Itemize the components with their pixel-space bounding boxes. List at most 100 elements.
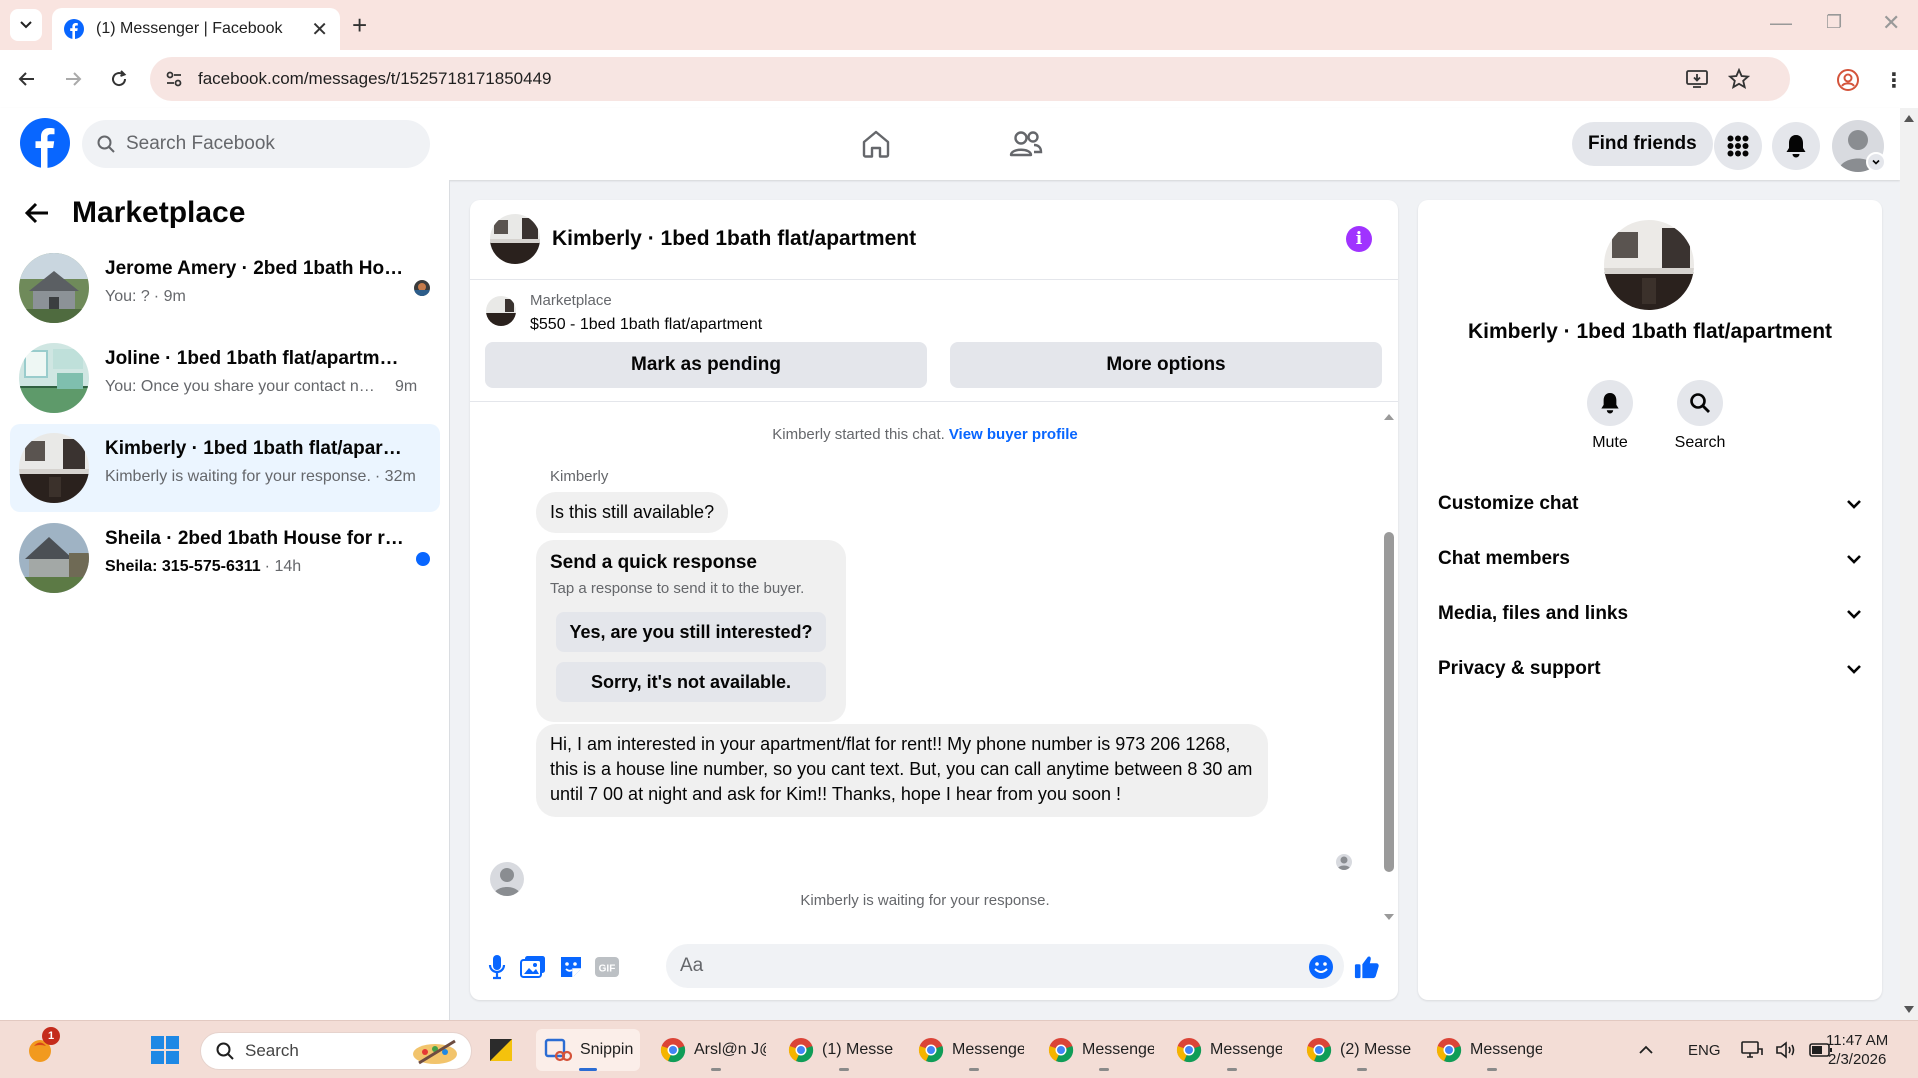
taskbar-app-chrome[interactable]: Messenge [1436, 1029, 1548, 1071]
forward-icon[interactable] [60, 66, 86, 92]
media-files-links-section[interactable]: Media, files and links [1438, 592, 1862, 636]
quick-response-option[interactable]: Yes, are you still interested? [556, 612, 826, 652]
bookmark-star-icon[interactable] [1728, 68, 1750, 90]
taskbar-search[interactable] [200, 1032, 472, 1070]
chat-header: Kimberly · 1bed 1bath flat/apartment i [470, 200, 1398, 280]
listing-photo [19, 343, 89, 413]
taskbar-app-chrome[interactable]: (2) Messe [1306, 1029, 1418, 1071]
microphone-icon[interactable] [484, 954, 510, 980]
conversation-item[interactable]: Jerome Amery · 2bed 1bath House for rent… [10, 244, 440, 332]
listing-photo [19, 433, 89, 503]
find-friends-button[interactable]: Find friends [1572, 122, 1713, 166]
quick-response-title: Send a quick response [550, 552, 757, 573]
notification-count-badge: 1 [42, 1027, 60, 1045]
site-settings-icon[interactable] [164, 69, 184, 89]
taskbar-app-chrome[interactable]: Messenge [1048, 1029, 1160, 1071]
close-window-icon[interactable]: ✕ [1882, 10, 1900, 36]
chrome-icon [1436, 1037, 1462, 1063]
listing-title[interactable]: $550 - 1bed 1bath flat/apartment [530, 316, 762, 334]
chevron-down-icon [1846, 554, 1862, 564]
listing-thumbnail[interactable] [486, 296, 516, 326]
grid-menu-icon [1727, 135, 1749, 157]
facebook-search[interactable] [82, 120, 430, 168]
chevron-up-icon[interactable] [1638, 1045, 1654, 1055]
system-clock[interactable]: 11:47 AM 2/3/2026 [1826, 1031, 1888, 1069]
taskbar-app-snipping[interactable]: Snippin [536, 1029, 640, 1071]
mark-as-pending-button[interactable]: Mark as pending [485, 342, 927, 388]
chat-title[interactable]: Kimberly · 1bed 1bath flat/apartment [552, 227, 916, 251]
facebook-search-input[interactable] [126, 133, 406, 155]
sticky-notes-app[interactable] [488, 1029, 520, 1071]
view-buyer-profile-link[interactable]: View buyer profile [949, 426, 1078, 443]
search-icon [96, 134, 116, 154]
browser-menu-icon[interactable]: ⋮ [1884, 68, 1904, 93]
taskbar-app-chrome[interactable]: Messenge [1176, 1029, 1288, 1071]
photo-attach-icon[interactable] [520, 954, 546, 980]
message-input[interactable] [666, 944, 1344, 988]
home-icon[interactable] [858, 126, 894, 162]
seen-avatar [412, 278, 432, 298]
back-arrow-icon[interactable] [24, 202, 50, 224]
network-icon[interactable] [1740, 1041, 1763, 1059]
bell-icon [1587, 380, 1633, 426]
taskbar-app-chrome[interactable]: Arsl@n J@ [660, 1029, 772, 1071]
page-scrollbar[interactable] [1900, 108, 1918, 1020]
conversation-item[interactable]: Joline · 1bed 1bath flat/apartment You: … [10, 334, 440, 422]
back-icon[interactable] [14, 66, 40, 92]
conversation-snippet: You: Once you share your contact number 9… [105, 378, 418, 395]
minimize-icon[interactable]: — [1770, 10, 1792, 36]
conversation-name: Jerome Amery · 2bed 1bath House for rent [105, 258, 405, 279]
gif-icon[interactable]: GIF [594, 954, 620, 980]
conversation-item-active[interactable]: Kimberly · 1bed 1bath flat/apartment for… [10, 424, 440, 512]
language-indicator[interactable]: ENG [1688, 1042, 1721, 1059]
address-bar[interactable]: facebook.com/messages/t/1525718171850449 [150, 57, 1790, 101]
reload-icon[interactable] [106, 66, 132, 92]
sticker-icon[interactable] [558, 954, 584, 980]
taskbar-search-input[interactable] [245, 1041, 395, 1061]
info-icon[interactable]: i [1346, 226, 1372, 252]
chat-members-section[interactable]: Chat members [1438, 537, 1862, 581]
customize-chat-section[interactable]: Customize chat [1438, 482, 1862, 526]
profile-photo[interactable] [1604, 220, 1694, 310]
svg-text:GIF: GIF [599, 964, 616, 975]
more-options-button[interactable]: More options [950, 342, 1382, 388]
tab-search-button[interactable] [10, 9, 42, 41]
browser-tab-messenger[interactable]: (1) Messenger | Facebook ✕ [52, 8, 340, 50]
search-action[interactable]: Search [1660, 380, 1740, 452]
privacy-support-section[interactable]: Privacy & support [1438, 647, 1862, 691]
emoji-icon[interactable] [1308, 954, 1334, 980]
mute-action[interactable]: Mute [1570, 380, 1650, 452]
message-bubble: Hi, I am interested in your apartment/fl… [536, 724, 1268, 817]
chat-avatar[interactable] [490, 214, 540, 264]
active-indicator [579, 1068, 597, 1071]
bell-icon [1785, 134, 1807, 158]
menu-grid-button[interactable] [1714, 122, 1762, 170]
chat-scrollbar-thumb[interactable] [1384, 532, 1394, 872]
conversation-name: Sheila · 2bed 1bath House for rent [105, 528, 405, 549]
account-menu-chevron-icon[interactable] [1866, 152, 1886, 172]
facebook-logo-icon[interactable] [20, 118, 70, 168]
quick-response-option[interactable]: Sorry, it's not available. [556, 662, 826, 702]
conversation-item[interactable]: Sheila · 2bed 1bath House for rent Sheil… [10, 514, 440, 602]
close-tab-icon[interactable]: ✕ [311, 17, 328, 42]
friends-icon[interactable] [1008, 126, 1044, 162]
profile-icon[interactable] [1836, 68, 1860, 92]
sidebar-header: Marketplace [24, 196, 245, 230]
notification-app-icon[interactable]: 1 [26, 1027, 66, 1071]
volume-icon[interactable] [1775, 1041, 1797, 1059]
search-icon [215, 1041, 235, 1061]
new-tab-icon[interactable]: + [352, 12, 367, 38]
chevron-down-icon [1846, 664, 1862, 674]
running-indicator [1227, 1068, 1237, 1071]
install-app-icon[interactable] [1686, 69, 1708, 89]
restore-icon[interactable]: ❐ [1826, 12, 1842, 33]
notifications-button[interactable] [1772, 122, 1820, 170]
taskbar-app-chrome[interactable]: (1) Messen [788, 1029, 900, 1071]
chat-scrollbar[interactable] [1382, 412, 1394, 922]
windows-start-button[interactable] [150, 1029, 186, 1071]
waiting-notice: Kimberly is waiting for your response. [800, 892, 1050, 909]
taskbar-app-chrome[interactable]: Messenge [918, 1029, 1030, 1071]
facebook-favicon-icon [64, 19, 84, 39]
running-indicator [711, 1068, 721, 1071]
like-thumbs-up-icon[interactable] [1354, 954, 1380, 980]
